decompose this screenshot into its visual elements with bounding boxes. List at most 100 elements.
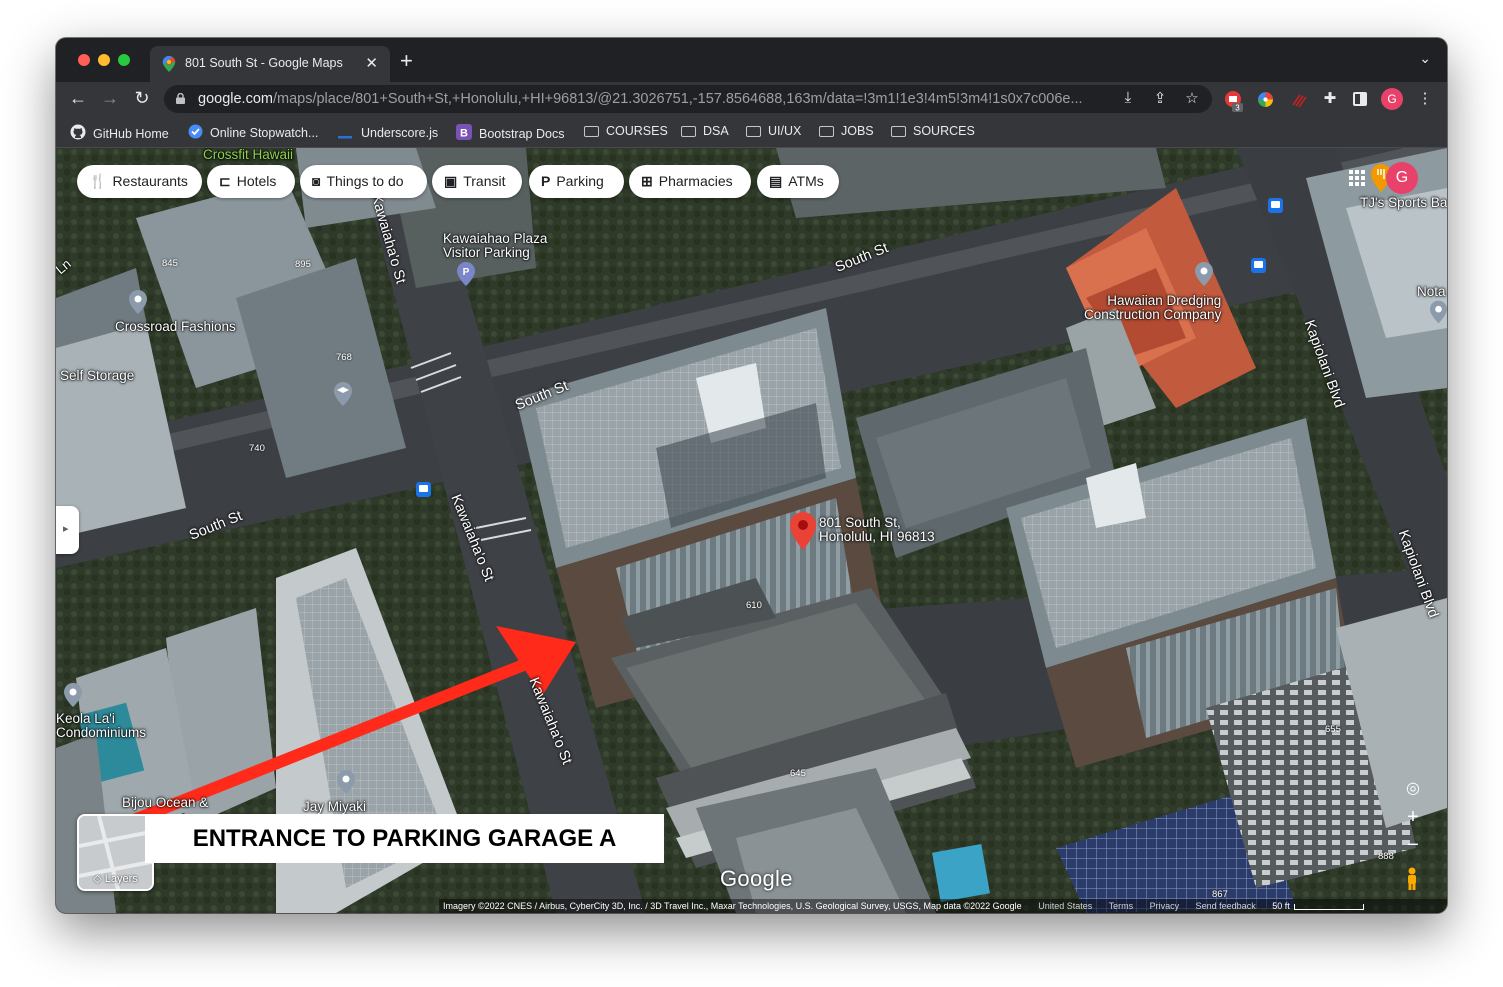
- place-label-hawaiian-dredging[interactable]: Hawaiian Dredging Construction Company: [1084, 294, 1221, 322]
- pegman-icon[interactable]: [1405, 867, 1419, 891]
- color-picker-extension-icon[interactable]: [1257, 91, 1274, 108]
- bookmark-folder-dsa[interactable]: DSA: [681, 124, 729, 138]
- chip-restaurants[interactable]: 🍴 Restaurants: [77, 165, 202, 198]
- business-pin-icon[interactable]: [337, 770, 355, 794]
- url-host: google.com: [198, 91, 273, 107]
- svg-text:B: B: [460, 128, 468, 140]
- my-location-icon[interactable]: ◎: [1403, 778, 1423, 798]
- share-icon[interactable]: ⇪: [1150, 89, 1170, 107]
- pin-address-label: 801 South St, Honolulu, HI 96813: [819, 516, 935, 544]
- extensions-puzzle-icon[interactable]: ✚: [1320, 89, 1340, 107]
- bookmark-label: Online Stopwatch...: [210, 126, 319, 140]
- bus-stop-icon[interactable]: [1268, 198, 1283, 213]
- place-label-self-storage[interactable]: Self Storage: [60, 369, 134, 383]
- maximize-window-button[interactable]: [118, 54, 130, 66]
- github-icon: [70, 124, 86, 140]
- profile-avatar[interactable]: G: [1381, 88, 1403, 110]
- google-apps-icon[interactable]: [1349, 170, 1365, 186]
- chip-hotels[interactable]: ⊏ Hotels: [207, 165, 295, 198]
- place-label-bijou[interactable]: Bijou Ocean &: [122, 796, 208, 810]
- layers-label: ◇ Layers: [79, 872, 152, 885]
- bookmark-bootstrap-docs[interactable]: B Bootstrap Docs: [456, 124, 564, 141]
- place-label-line: Construction Company: [1084, 307, 1222, 322]
- reload-button[interactable]: ↻: [132, 88, 152, 109]
- bootstrap-icon: B: [456, 124, 472, 140]
- bookmark-github-home[interactable]: GitHub Home: [70, 124, 169, 141]
- bookmark-folder-uiux[interactable]: UI/UX: [746, 124, 801, 138]
- tab-google-maps[interactable]: 801 South St - Google Maps ✕: [150, 46, 390, 82]
- bus-stop-icon[interactable]: [1251, 258, 1266, 273]
- pin-address-line: Honolulu, HI 96813: [819, 529, 935, 544]
- bus-stop-icon[interactable]: [416, 482, 431, 497]
- bookmark-label: COURSES: [606, 124, 668, 138]
- send-feedback-link[interactable]: Send feedback: [1196, 901, 1256, 911]
- install-app-icon[interactable]: ⤓: [1118, 89, 1138, 106]
- business-pin-icon[interactable]: [1195, 262, 1213, 286]
- bed-icon: ⊏: [219, 173, 231, 189]
- fork-knife-icon: 🍴: [89, 173, 107, 189]
- place-label-crossroad-fashions[interactable]: Crossroad Fashions: [115, 320, 236, 334]
- extension-stripes-icon[interactable]: [1291, 93, 1307, 107]
- close-tab-icon[interactable]: ✕: [365, 54, 378, 72]
- browser-toolbar: ← → ↻ google.com/maps/place/801+South+St…: [56, 82, 1447, 116]
- attribution-bar: Imagery ©2022 CNES / Airbus, CyberCity 3…: [439, 899, 1447, 913]
- parking-icon: P: [541, 173, 551, 189]
- layers-icon: ◇: [93, 873, 105, 885]
- side-panel-icon[interactable]: [1353, 92, 1367, 106]
- close-window-button[interactable]: [78, 54, 90, 66]
- place-label-jay-miyaki[interactable]: Jay Miyaki: [303, 800, 366, 814]
- business-pin-icon[interactable]: [1430, 300, 1447, 324]
- browser-menu-icon[interactable]: ⋮: [1415, 89, 1435, 107]
- place-label-keola-lai[interactable]: Keola La'i Condominiums: [56, 712, 146, 740]
- bookmark-star-icon[interactable]: ☆: [1182, 89, 1202, 107]
- region-link[interactable]: United States: [1038, 901, 1092, 911]
- place-label-crossfit[interactable]: Crossfit Hawaii: [203, 148, 293, 162]
- side-panel-toggle[interactable]: ▸: [56, 506, 79, 554]
- minimize-window-button[interactable]: [98, 54, 110, 66]
- place-label-plaza-parking[interactable]: Kawaiahao Plaza Visitor Parking: [443, 232, 547, 260]
- bookmark-underscore[interactable]: Underscore.js: [338, 124, 438, 140]
- back-button[interactable]: ←: [68, 88, 88, 109]
- building-number: 768: [336, 352, 352, 363]
- chip-parking[interactable]: P Parking: [529, 165, 624, 198]
- bookmark-folder-jobs[interactable]: JOBS: [819, 124, 874, 138]
- chip-transit[interactable]: ▣ Transit: [432, 165, 522, 198]
- terms-link[interactable]: Terms: [1109, 901, 1134, 911]
- stopwatch-icon: [188, 124, 203, 139]
- account-initial: G: [1395, 169, 1409, 186]
- profile-initial: G: [1387, 92, 1397, 106]
- zoom-in-button[interactable]: +: [1403, 806, 1423, 829]
- account-avatar[interactable]: G: [1386, 162, 1418, 194]
- chip-things-to-do[interactable]: ◙ Things to do: [300, 165, 427, 198]
- chip-atms[interactable]: ▤ ATMs: [757, 165, 839, 198]
- shopping-pin-icon[interactable]: [129, 290, 147, 314]
- address-bar[interactable]: google.com/maps/place/801+South+St,+Hono…: [164, 85, 1212, 113]
- chip-label: Transit: [463, 173, 506, 189]
- satellite-imagery: [56, 148, 1447, 913]
- tab-search-icon[interactable]: ⌄: [1419, 50, 1431, 67]
- location-pin-icon[interactable]: [790, 512, 816, 550]
- bookmark-folder-sources[interactable]: SOURCES: [891, 124, 975, 138]
- business-pin-icon[interactable]: [64, 683, 82, 707]
- camera-icon: ◙: [312, 173, 321, 189]
- satellite-map[interactable]: South St South St South St Kawaiaha'o St…: [56, 148, 1447, 913]
- layers-text: Layers: [104, 873, 138, 885]
- bookmark-label: UI/UX: [768, 124, 802, 138]
- school-pin-icon[interactable]: [334, 382, 352, 406]
- bookmark-online-stopwatch[interactable]: Online Stopwatch...: [188, 124, 318, 140]
- chip-pharmacies[interactable]: ⊞ Pharmacies: [629, 165, 751, 198]
- layers-button[interactable]: ◇ Layers: [77, 814, 154, 891]
- google-maps-icon: [162, 56, 176, 72]
- building-number: 845: [162, 258, 178, 269]
- new-tab-button[interactable]: +: [400, 48, 413, 74]
- parking-pin-icon[interactable]: P: [457, 262, 475, 286]
- place-label-tjs-sports[interactable]: TJ's Sports Ba: [1360, 196, 1447, 210]
- building-number: 888: [1378, 851, 1394, 862]
- scale-label[interactable]: 50 ft: [1272, 901, 1290, 911]
- privacy-link[interactable]: Privacy: [1150, 901, 1180, 911]
- zoom-out-button[interactable]: −: [1403, 834, 1423, 857]
- extension-red-icon[interactable]: 3: [1224, 90, 1244, 112]
- place-label-nota[interactable]: Nota: [1417, 285, 1446, 299]
- bookmark-folder-courses[interactable]: COURSES: [584, 124, 668, 138]
- forward-button[interactable]: →: [100, 88, 120, 109]
